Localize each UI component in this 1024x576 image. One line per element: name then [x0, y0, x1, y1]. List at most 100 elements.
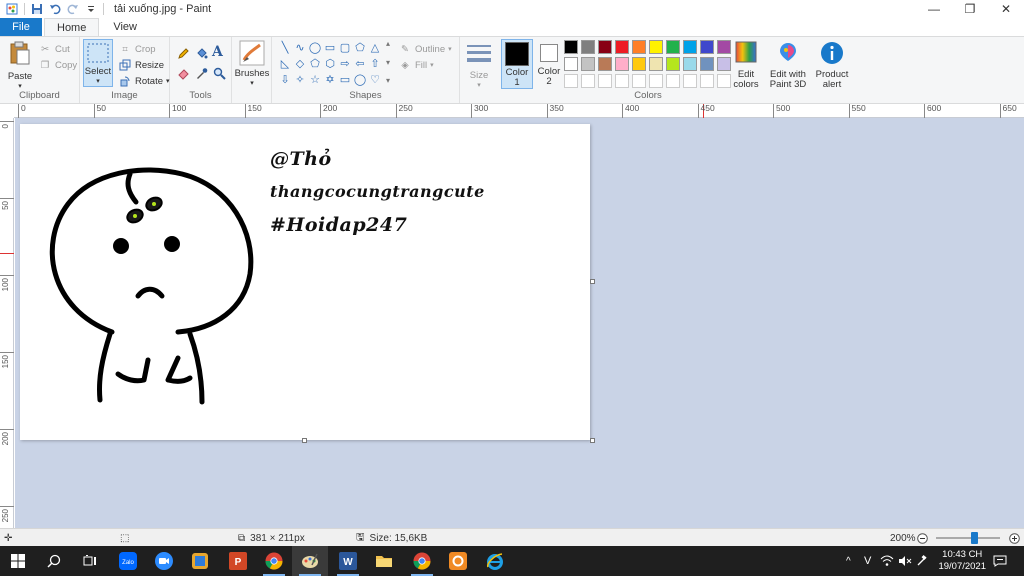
text-tool[interactable]: A	[212, 44, 223, 60]
color2-button[interactable]: Color 2	[536, 41, 562, 87]
callout-rect-shape-icon[interactable]: ▭	[338, 73, 352, 88]
close-button[interactable]: ✕	[988, 0, 1024, 18]
powerpoint-app[interactable]: P	[220, 546, 256, 576]
arrow-left-shape-icon[interactable]: ⇦	[353, 57, 367, 72]
arrow-up-shape-icon[interactable]: ⇧	[368, 57, 382, 72]
pencil-tool[interactable]	[176, 46, 190, 60]
minimize-button[interactable]: —	[916, 0, 952, 18]
rotate-button[interactable]: Rotate ▾	[118, 74, 170, 88]
magnifier-tool[interactable]	[212, 66, 226, 80]
fill-button[interactable]: ◈ Fill ▾	[398, 58, 433, 72]
coccoc-app[interactable]	[440, 546, 476, 576]
pentagon-shape-icon[interactable]: ⬠	[308, 57, 322, 72]
color1-button[interactable]: Color 1	[501, 39, 533, 89]
right-triangle-shape-icon[interactable]: ◺	[278, 57, 292, 72]
file-explorer-app[interactable]	[366, 546, 402, 576]
tab-view[interactable]: View	[101, 18, 149, 36]
brushes-button[interactable]: Brushes ▾	[234, 40, 270, 89]
triangle-shape-icon[interactable]: △	[368, 41, 382, 56]
tab-file[interactable]: File	[0, 18, 42, 36]
polygon-shape-icon[interactable]: ⬠	[353, 41, 367, 56]
color-swatch[interactable]	[564, 57, 578, 71]
zoom-slider-thumb[interactable]	[970, 532, 978, 544]
color-swatch[interactable]	[581, 57, 595, 71]
paint-app[interactable]	[292, 546, 328, 576]
custom-color-slot[interactable]	[615, 74, 629, 88]
taskbar-clock[interactable]: 10:43 CH 19/07/2021	[938, 549, 986, 573]
customize-qat-icon[interactable]	[85, 3, 97, 15]
custom-color-slot[interactable]	[666, 74, 680, 88]
custom-color-slot[interactable]	[700, 74, 714, 88]
start-button[interactable]	[0, 546, 36, 576]
color-swatch[interactable]	[632, 57, 646, 71]
color-swatch[interactable]	[581, 40, 595, 54]
fill-tool[interactable]	[194, 46, 208, 60]
paint-app-icon[interactable]	[6, 3, 18, 15]
crop-button[interactable]: ⌗ Crop	[118, 42, 155, 56]
color-swatch[interactable]	[615, 57, 629, 71]
color-swatch[interactable]	[649, 57, 663, 71]
chrome-app-1[interactable]	[256, 546, 292, 576]
callout-oval-shape-icon[interactable]: ◯	[353, 73, 367, 88]
canvas-resize-handle-corner[interactable]	[590, 438, 595, 443]
five-point-star-shape-icon[interactable]: ☆	[308, 73, 322, 88]
eraser-tool[interactable]	[176, 66, 190, 80]
resize-button[interactable]: Resize	[118, 58, 164, 72]
rounded-rectangle-shape-icon[interactable]: ▢	[338, 41, 352, 56]
custom-color-slot[interactable]	[649, 74, 663, 88]
color-swatch[interactable]	[598, 40, 612, 54]
tab-home[interactable]: Home	[44, 18, 100, 36]
edit-with-paint3d-button[interactable]: Edit with Paint 3D	[766, 41, 810, 90]
four-point-star-shape-icon[interactable]: ✧	[293, 73, 307, 88]
product-alert-button[interactable]: Product alert	[814, 41, 850, 90]
battery-plug-icon[interactable]	[916, 546, 928, 576]
color-swatch[interactable]	[700, 40, 714, 54]
color-picker-tool[interactable]	[194, 66, 208, 80]
custom-color-slot[interactable]	[581, 74, 595, 88]
save-icon[interactable]	[31, 3, 43, 15]
line-shape-icon[interactable]: ╲	[278, 41, 292, 56]
select-button[interactable]: Select ▾	[83, 39, 113, 87]
arrow-right-shape-icon[interactable]: ⇨	[338, 57, 352, 72]
maximize-button[interactable]: ❐	[952, 0, 988, 18]
volume-muted-icon[interactable]	[898, 546, 912, 576]
six-point-star-shape-icon[interactable]: ✡	[323, 73, 337, 88]
color-swatch[interactable]	[700, 57, 714, 71]
chrome-app-2[interactable]	[404, 546, 440, 576]
color-swatch[interactable]	[632, 40, 646, 54]
color-swatch[interactable]	[615, 40, 629, 54]
copy-button[interactable]: ❐ Copy	[38, 58, 77, 72]
task-view-button[interactable]	[72, 546, 108, 576]
diamond-shape-icon[interactable]: ◇	[293, 57, 307, 72]
zoom-in-button[interactable]	[1009, 531, 1020, 545]
network-icon[interactable]	[880, 546, 894, 576]
zoom-slider[interactable]	[936, 531, 1000, 545]
word-app[interactable]: W	[330, 546, 366, 576]
search-button[interactable]	[36, 546, 72, 576]
redo-icon[interactable]	[67, 3, 79, 15]
size-button[interactable]: Size ▾	[463, 41, 495, 91]
color-swatch[interactable]	[683, 57, 697, 71]
teamviewer-app[interactable]	[182, 546, 218, 576]
color-swatch[interactable]	[683, 40, 697, 54]
custom-color-slot[interactable]	[632, 74, 646, 88]
color-swatch[interactable]	[666, 57, 680, 71]
curve-shape-icon[interactable]: ∿	[293, 41, 307, 56]
rectangle-shape-icon[interactable]: ▭	[323, 41, 337, 56]
undo-icon[interactable]	[49, 3, 61, 15]
color-swatch[interactable]	[666, 40, 680, 54]
custom-color-slot[interactable]	[598, 74, 612, 88]
canvas-resize-handle-bottom[interactable]	[302, 438, 307, 443]
tray-chevron[interactable]: ^	[846, 546, 851, 576]
custom-color-slot[interactable]	[564, 74, 578, 88]
notifications-button[interactable]	[990, 546, 1010, 576]
edit-colors-button[interactable]: Edit colors	[733, 41, 759, 90]
zoom-app[interactable]	[146, 546, 182, 576]
shapes-scroll[interactable]: ▴ ▾ ▾	[384, 39, 392, 85]
outline-button[interactable]: ✎ Outline ▾	[398, 42, 452, 56]
custom-color-slot[interactable]	[683, 74, 697, 88]
paste-button[interactable]: Paste ▾	[6, 41, 34, 92]
color-swatch[interactable]	[649, 40, 663, 54]
arrow-down-shape-icon[interactable]: ⇩	[278, 73, 292, 88]
color-swatch[interactable]	[717, 57, 731, 71]
